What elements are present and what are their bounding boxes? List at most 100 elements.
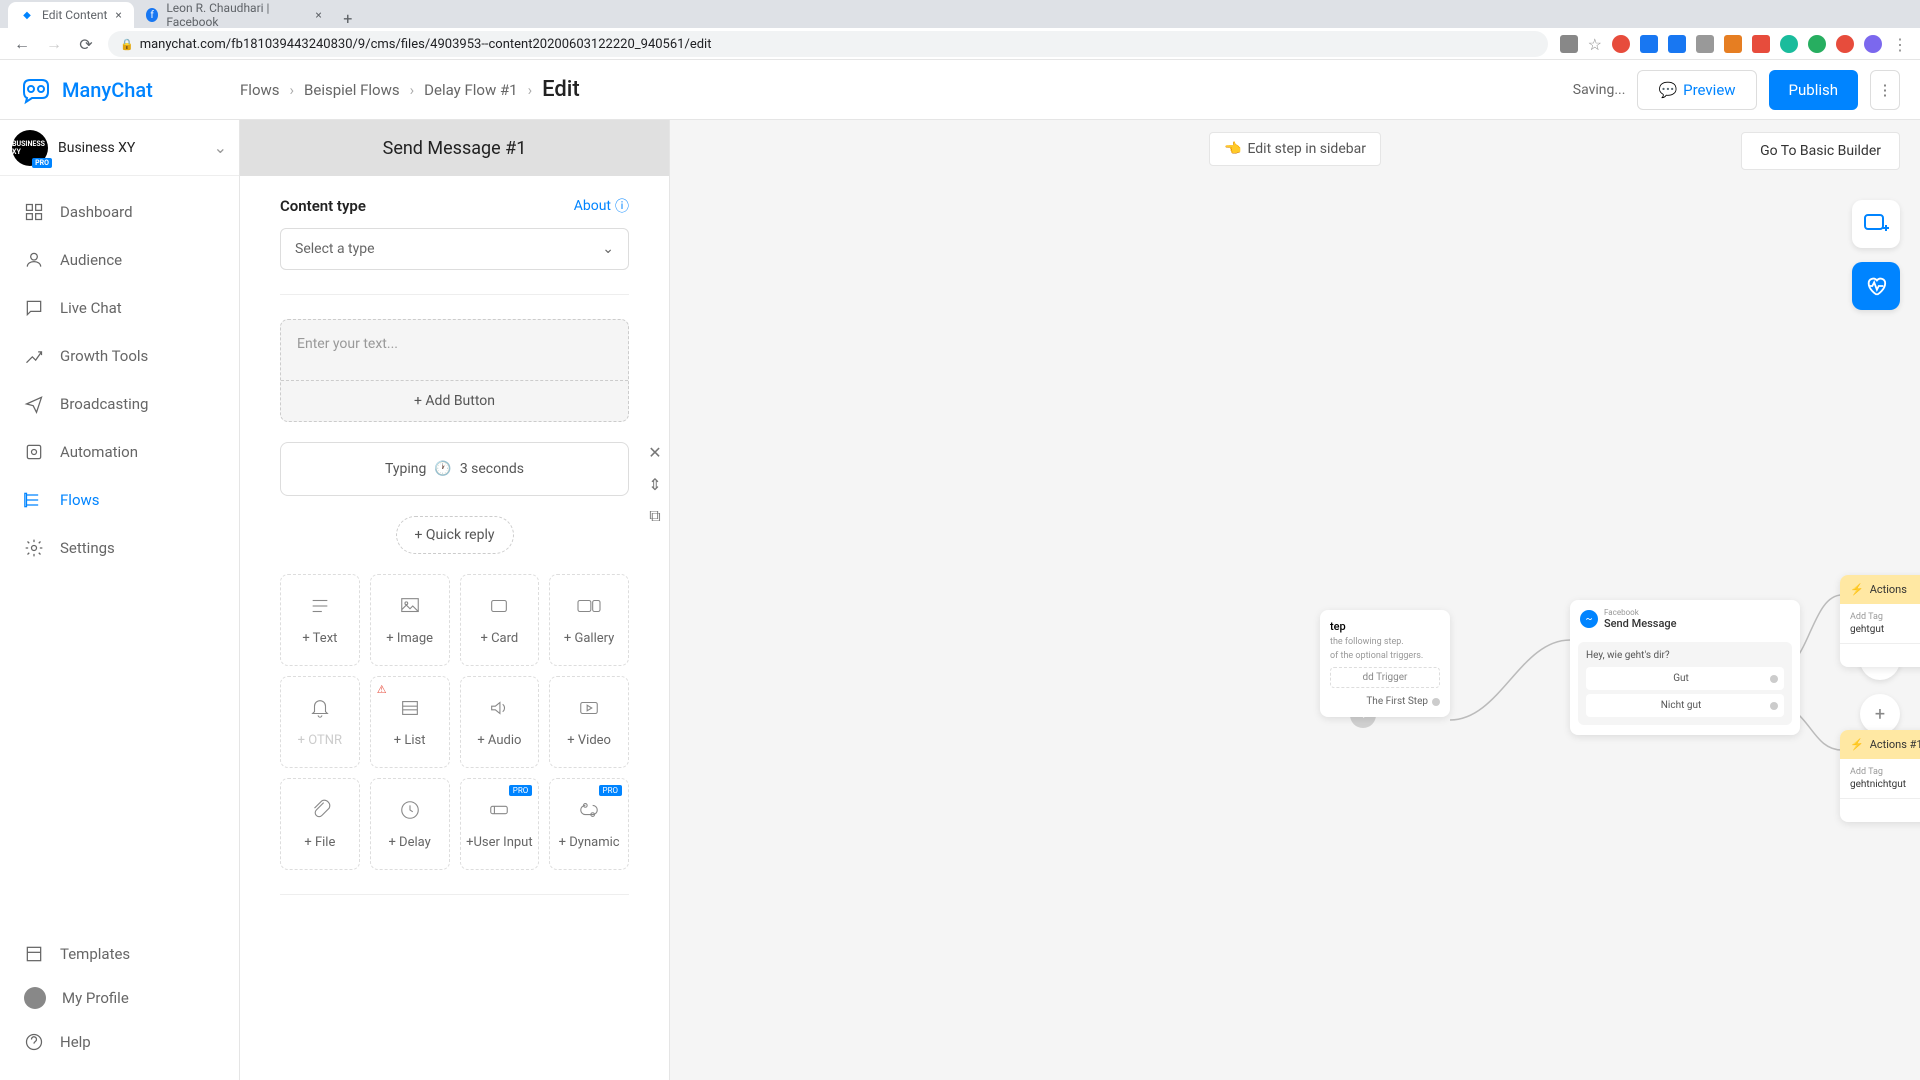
flow-node-send-message[interactable]: ~ Facebook Send Message Hey, wie geht's …: [1570, 600, 1800, 735]
gallery-icon: [576, 595, 602, 623]
sidebar-item-dashboard[interactable]: Dashboard: [0, 188, 239, 236]
back-button[interactable]: ←: [12, 34, 32, 54]
breadcrumb-item[interactable]: Delay Flow #1: [424, 81, 517, 99]
health-button[interactable]: [1852, 262, 1900, 310]
text-input[interactable]: Enter your text...: [281, 320, 628, 380]
tile-text[interactable]: + Text: [280, 574, 360, 666]
tile-file[interactable]: + File: [280, 778, 360, 870]
sidebar-item-label: Growth Tools: [60, 347, 148, 365]
account-picker[interactable]: BUSINESS XY PRO Business XY ⌄: [0, 120, 239, 176]
tile-label: + OTNR: [298, 733, 342, 748]
tile-audio[interactable]: + Audio: [460, 676, 540, 768]
new-tab-button[interactable]: +: [334, 9, 362, 28]
star-icon[interactable]: ☆: [1588, 35, 1602, 54]
broadcast-icon: [24, 394, 44, 414]
ext-icon[interactable]: [1780, 35, 1798, 53]
ext-icon[interactable]: [1696, 35, 1714, 53]
tile-list[interactable]: ⚠ + List: [370, 676, 450, 768]
sidebar-item-livechat[interactable]: Live Chat: [0, 284, 239, 332]
tile-video[interactable]: + Video: [549, 676, 629, 768]
url-text: manychat.com/fb181039443240830/9/cms/fil…: [140, 37, 712, 52]
sidebar-item-flows[interactable]: Flows: [0, 476, 239, 524]
node-title: tep: [1330, 620, 1440, 633]
breadcrumb-item[interactable]: Flows: [240, 81, 280, 99]
url-input[interactable]: 🔒 manychat.com/fb181039443240830/9/cms/f…: [108, 31, 1548, 57]
content-type-select[interactable]: Select a type ⌄: [280, 228, 629, 270]
browser-tab[interactable]: f Leon R. Chaudhari | Facebook ×: [134, 2, 334, 28]
canvas-hint[interactable]: 👈 Edit step in sidebar: [1209, 132, 1381, 166]
typing-block[interactable]: Typing 🕐 3 seconds: [280, 442, 629, 496]
next-step-link[interactable]: Next Step: [1840, 798, 1920, 822]
reload-button[interactable]: ⟳: [76, 34, 96, 54]
next-step-link[interactable]: Next Step: [1840, 643, 1920, 667]
flow-node-actions-1[interactable]: ⚡ Actions #1 Add Tag gehtnichtgut Next S…: [1840, 730, 1920, 822]
basic-builder-button[interactable]: Go To Basic Builder: [1741, 132, 1900, 170]
close-icon[interactable]: ✕: [645, 442, 665, 462]
copy-icon[interactable]: ⧉: [645, 506, 665, 526]
ext-icon[interactable]: [1836, 35, 1854, 53]
sidebar-item-automation[interactable]: Automation: [0, 428, 239, 476]
breadcrumb-item[interactable]: Beispiel Flows: [304, 81, 400, 99]
bolt-icon: ⚡: [1850, 738, 1864, 751]
tile-gallery[interactable]: + Gallery: [549, 574, 629, 666]
clock-icon: [397, 799, 423, 827]
ext-icon[interactable]: [1612, 35, 1630, 53]
forward-button[interactable]: →: [44, 34, 64, 54]
ext-icon[interactable]: [1640, 35, 1658, 53]
avatar-icon[interactable]: [1864, 35, 1882, 53]
menu-icon[interactable]: ⋮: [1892, 35, 1908, 54]
extension-icons: ☆ ⋮: [1560, 35, 1908, 54]
tile-label: + Dynamic: [559, 835, 620, 850]
connector-dot-icon[interactable]: [1770, 675, 1778, 683]
first-step-link[interactable]: The First Step: [1330, 696, 1440, 707]
sidebar-item-label: Templates: [60, 945, 130, 963]
more-button[interactable]: ⋮: [1870, 70, 1900, 110]
sidebar-item-templates[interactable]: Templates: [0, 932, 239, 976]
preview-button[interactable]: 💬 Preview: [1637, 70, 1756, 110]
message-button-nichtgut[interactable]: Nicht gut: [1586, 694, 1784, 717]
add-trigger-button[interactable]: dd Trigger: [1330, 667, 1440, 688]
ext-icon[interactable]: [1560, 35, 1578, 53]
add-node-button[interactable]: [1852, 200, 1900, 248]
flow-canvas[interactable]: 👈 Edit step in sidebar Go To Basic Build…: [670, 120, 1920, 1080]
browser-tab-active[interactable]: ◆ Edit Content ×: [8, 2, 134, 28]
chevron-down-icon: ⌄: [214, 138, 227, 157]
sidebar-item-broadcasting[interactable]: Broadcasting: [0, 380, 239, 428]
connector-dot-icon[interactable]: [1432, 698, 1440, 706]
breadcrumb: Flows › Beispiel Flows › Delay Flow #1 ›…: [240, 77, 580, 102]
quick-reply-button[interactable]: + Quick reply: [396, 516, 514, 554]
message-button-gut[interactable]: Gut: [1586, 667, 1784, 690]
tile-card[interactable]: + Card: [460, 574, 540, 666]
close-icon[interactable]: ×: [315, 8, 321, 22]
flow-node-actions[interactable]: ⚡ Actions Add Tag gehtgut Next Step: [1840, 575, 1920, 667]
sidebar-item-audience[interactable]: Audience: [0, 236, 239, 284]
sidebar-item-label: Settings: [60, 539, 115, 557]
ext-icon[interactable]: [1752, 35, 1770, 53]
divider: [280, 294, 629, 295]
tile-delay[interactable]: + Delay: [370, 778, 450, 870]
close-icon[interactable]: ×: [115, 8, 121, 22]
publish-button[interactable]: Publish: [1769, 70, 1858, 110]
actions-title: Actions: [1870, 583, 1907, 596]
flow-node-start[interactable]: tep the following step. of the optional …: [1320, 610, 1450, 717]
sidebar-item-settings[interactable]: Settings: [0, 524, 239, 572]
add-button-button[interactable]: + Add Button: [281, 380, 628, 421]
profile-avatar-icon: [24, 987, 46, 1009]
sidebar-item-help[interactable]: Help: [0, 1020, 239, 1064]
ext-icon[interactable]: [1668, 35, 1686, 53]
ext-icon[interactable]: [1808, 35, 1826, 53]
ext-icon[interactable]: [1724, 35, 1742, 53]
tile-image[interactable]: + Image: [370, 574, 450, 666]
node-title: Send Message: [1604, 617, 1677, 630]
tile-dynamic[interactable]: PRO + Dynamic: [549, 778, 629, 870]
about-link[interactable]: About ⓘ: [574, 196, 629, 216]
tile-userinput[interactable]: PRO +User Input: [460, 778, 540, 870]
sidebar-item-growth[interactable]: Growth Tools: [0, 332, 239, 380]
logo[interactable]: ManyChat: [20, 74, 240, 106]
connector-dot-icon[interactable]: [1770, 702, 1778, 710]
move-icon[interactable]: ⇕: [645, 474, 665, 494]
select-placeholder: Select a type: [295, 241, 375, 257]
sidebar-item-profile[interactable]: My Profile: [0, 976, 239, 1020]
zoom-in-button[interactable]: +: [1860, 694, 1900, 734]
tile-label: + Delay: [388, 835, 430, 850]
